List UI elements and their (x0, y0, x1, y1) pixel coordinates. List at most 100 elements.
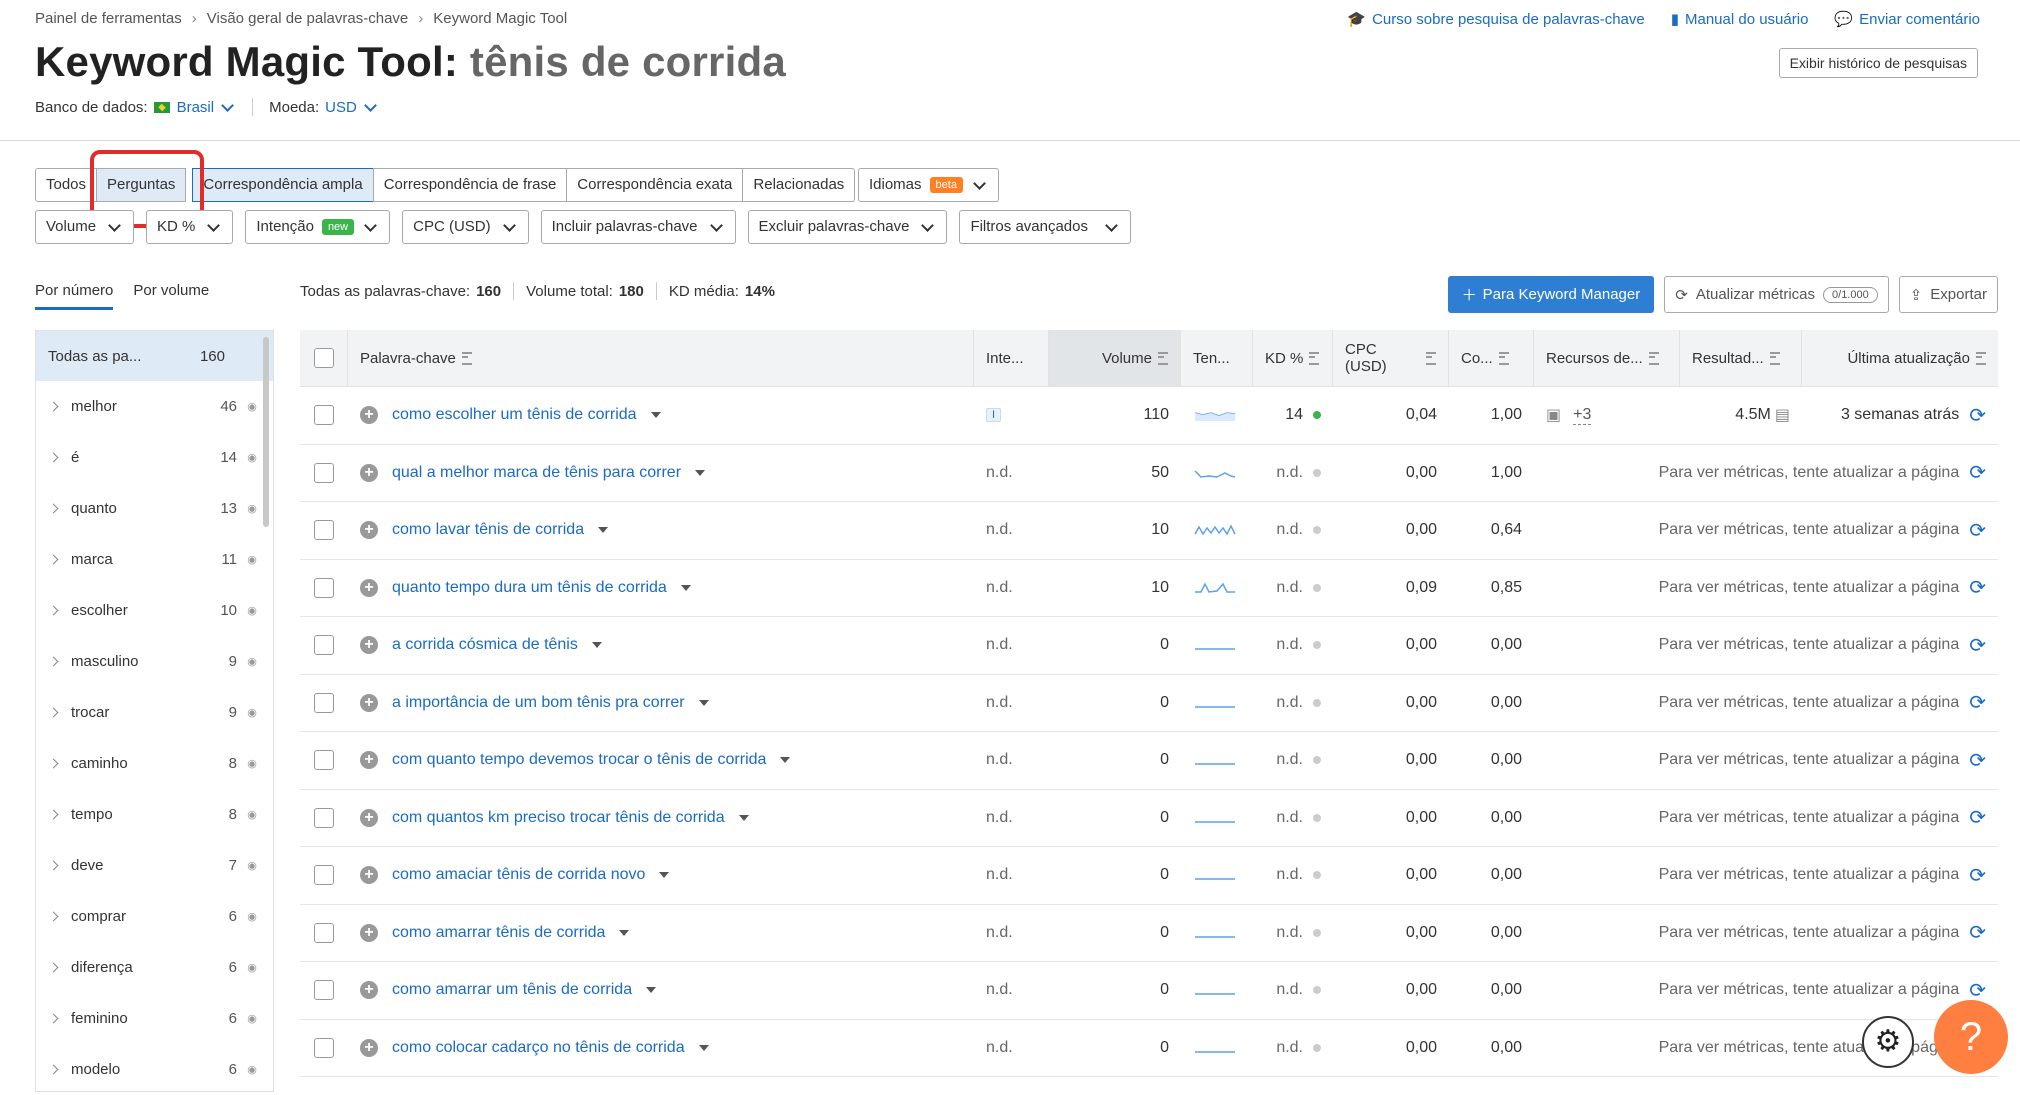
caret-down-icon[interactable] (659, 872, 670, 879)
row-checkbox[interactable] (314, 750, 334, 771)
feedback-link[interactable]: 💬 Enviar comentário (1834, 10, 1980, 29)
sidebar-item-0[interactable]: melhor 46 ◉ (36, 381, 273, 432)
database-dropdown[interactable]: Brasil (153, 99, 237, 116)
kd-filter[interactable]: KD % (146, 210, 234, 244)
eye-icon[interactable]: ◉ (245, 400, 259, 413)
header-kd[interactable]: KD % (1253, 330, 1333, 386)
breadcrumb-item[interactable]: Visão geral de palavras-chave (207, 10, 409, 27)
caret-down-icon[interactable] (598, 527, 609, 534)
sidebar-item-6[interactable]: trocar 9 ◉ (36, 687, 273, 738)
currency-dropdown[interactable]: USD (325, 99, 379, 116)
history-button[interactable]: Exibir histórico de pesquisas (1778, 48, 1978, 78)
sidebar-item-4[interactable]: escolher 10 ◉ (36, 585, 273, 636)
exclude-keywords-filter[interactable]: Excluir palavras-chave (747, 210, 948, 244)
header-competition[interactable]: Co... (1449, 330, 1534, 386)
sidebar-item-8[interactable]: tempo 8 ◉ (36, 789, 273, 840)
caret-down-icon[interactable] (591, 642, 602, 649)
keyword-link[interactable]: a importância de um bom tênis pra correr (392, 694, 685, 712)
refresh-icon[interactable]: ⟳ (1969, 690, 1986, 715)
refresh-icon[interactable]: ⟳ (1969, 863, 1986, 888)
caret-down-icon[interactable] (619, 929, 630, 936)
eye-icon[interactable]: ◉ (245, 808, 259, 821)
sidebar-item-all[interactable]: Todas as pa... 160 (36, 331, 273, 381)
row-checkbox[interactable] (314, 922, 334, 943)
eye-icon[interactable]: ◉ (245, 655, 259, 668)
keyword-link[interactable]: como escolher um tênis de corrida (392, 406, 637, 424)
add-keyword-icon[interactable]: + (360, 923, 378, 942)
intent-filter[interactable]: Intenção new (245, 210, 391, 244)
keyword-link[interactable]: com quantos km preciso trocar tênis de c… (392, 809, 725, 827)
eye-icon[interactable]: ◉ (245, 451, 259, 464)
keyword-link[interactable]: como colocar cadarço no tênis de corrida (392, 1039, 685, 1057)
row-checkbox[interactable] (314, 1037, 334, 1058)
refresh-icon[interactable]: ⟳ (1969, 920, 1986, 945)
row-checkbox[interactable] (314, 865, 334, 886)
eye-icon[interactable]: ◉ (245, 706, 259, 719)
row-checkbox[interactable] (314, 692, 334, 713)
refresh-icon[interactable]: ⟳ (1969, 460, 1986, 485)
eye-icon[interactable]: ◉ (245, 604, 259, 617)
add-keyword-icon[interactable]: + (360, 1038, 378, 1057)
settings-gear-icon[interactable]: ⚙ (1862, 1016, 1914, 1068)
caret-down-icon[interactable] (646, 987, 657, 994)
help-button[interactable]: ? (1934, 1000, 2008, 1074)
row-checkbox[interactable] (314, 980, 334, 1001)
row-checkbox[interactable] (314, 405, 334, 426)
add-keyword-icon[interactable]: + (360, 636, 378, 655)
add-keyword-icon[interactable]: + (360, 693, 378, 712)
caret-down-icon[interactable] (738, 814, 749, 821)
caret-down-icon[interactable] (780, 757, 791, 764)
header-intent[interactable]: Inte... (974, 330, 1049, 386)
header-trend[interactable]: Ten... (1181, 330, 1253, 386)
sidebar-item-2[interactable]: quanto 13 ◉ (36, 483, 273, 534)
add-keyword-icon[interactable]: + (360, 808, 378, 827)
keyword-link[interactable]: com quanto tempo devemos trocar o tênis … (392, 751, 766, 769)
header-serp-features[interactable]: Recursos de... (1534, 330, 1680, 386)
volume-filter[interactable]: Volume (35, 210, 135, 244)
keyword-link[interactable]: como lavar tênis de corrida (392, 521, 584, 539)
breadcrumb-item[interactable]: Painel de ferramentas (35, 10, 182, 27)
serp-doc-icon[interactable]: ▤ (1775, 405, 1790, 425)
update-metrics-button[interactable]: ⟳ Atualizar métricas 0/1.000 (1664, 276, 1889, 313)
refresh-icon[interactable]: ⟳ (1969, 575, 1986, 600)
add-keyword-icon[interactable]: + (360, 463, 378, 482)
eye-icon[interactable]: ◉ (245, 757, 259, 770)
sidebar-item-12[interactable]: feminino 6 ◉ (36, 993, 273, 1044)
tab-broad-match[interactable]: Correspondência ampla (192, 168, 373, 202)
eye-icon[interactable]: ◉ (245, 502, 259, 515)
tab-phrase-match[interactable]: Correspondência de frase (372, 168, 567, 202)
caret-down-icon[interactable] (698, 699, 709, 706)
add-keyword-icon[interactable]: + (360, 521, 378, 540)
header-keyword[interactable]: Palavra-chave (348, 330, 974, 386)
tab-all[interactable]: Todos (35, 168, 97, 202)
keyword-link[interactable]: como amarrar um tênis de corrida (392, 981, 632, 999)
cpc-filter[interactable]: CPC (USD) (402, 210, 529, 244)
add-keyword-icon[interactable]: + (360, 866, 378, 885)
keyword-link[interactable]: qual a melhor marca de tênis para correr (392, 464, 681, 482)
keyword-link[interactable]: quanto tempo dura um tênis de corrida (392, 579, 667, 597)
refresh-icon[interactable]: ⟳ (1969, 748, 1986, 773)
header-results[interactable]: Resultad... (1680, 330, 1802, 386)
header-volume[interactable]: Volume (1049, 330, 1181, 386)
caret-down-icon[interactable] (650, 412, 661, 419)
eye-icon[interactable]: ◉ (245, 1012, 259, 1025)
tab-by-number[interactable]: Por número (35, 282, 114, 310)
eye-icon[interactable]: ◉ (245, 961, 259, 974)
caret-down-icon[interactable] (680, 584, 691, 591)
languages-dropdown[interactable]: Idiomas beta (858, 168, 999, 202)
row-checkbox[interactable] (314, 807, 334, 828)
row-checkbox[interactable] (314, 635, 334, 656)
sidebar-item-13[interactable]: modelo 6 ◉ (36, 1044, 273, 1095)
sidebar-item-1[interactable]: é 14 ◉ (36, 432, 273, 483)
intent-badge[interactable]: I (986, 408, 1002, 423)
export-button[interactable]: ⇪ Exportar (1898, 276, 1998, 313)
refresh-icon[interactable]: ⟳ (1969, 403, 1986, 428)
refresh-icon[interactable]: ⟳ (1969, 805, 1986, 830)
eye-icon[interactable]: ◉ (245, 910, 259, 923)
add-keyword-icon[interactable]: + (360, 981, 378, 1000)
tab-related[interactable]: Relacionadas (742, 168, 856, 202)
refresh-icon[interactable]: ⟳ (1969, 633, 1986, 658)
eye-icon[interactable]: ◉ (245, 859, 259, 872)
caret-down-icon[interactable] (698, 1044, 709, 1051)
add-keyword-icon[interactable]: + (360, 578, 378, 597)
